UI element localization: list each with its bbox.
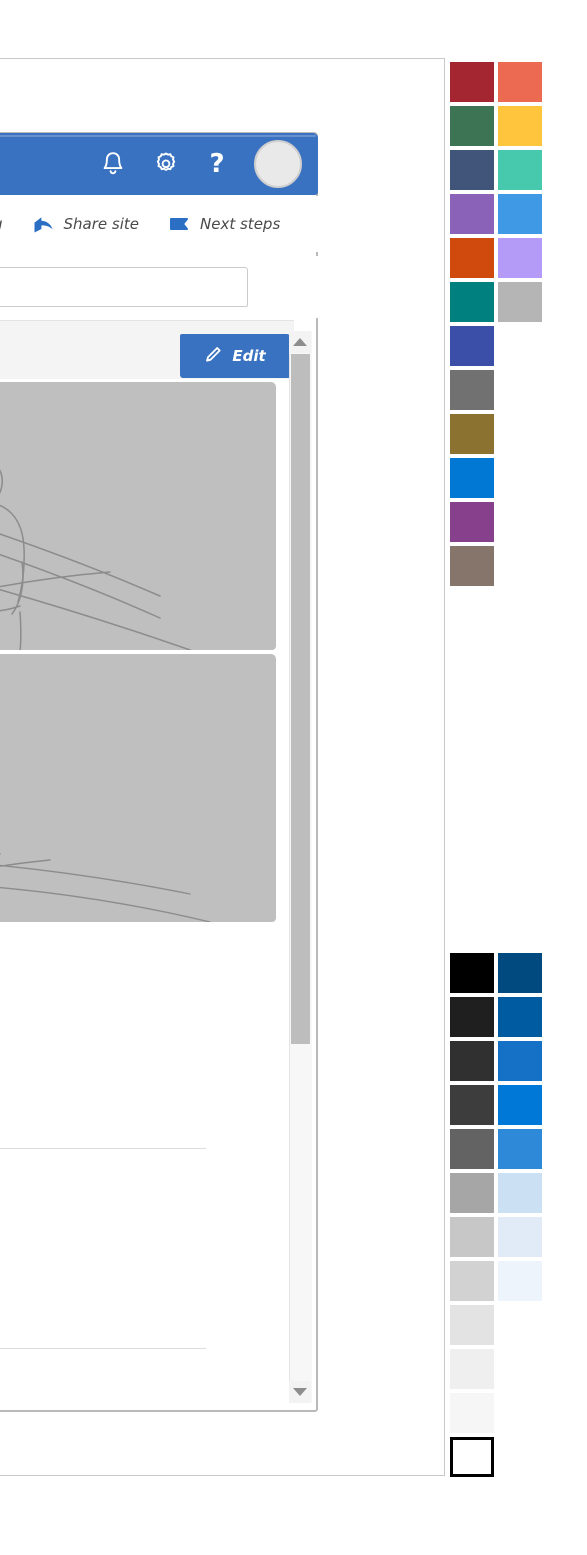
color-swatch[interactable]: [498, 953, 542, 993]
flag-icon: [169, 216, 191, 232]
following-button[interactable]: g: [0, 215, 3, 233]
article-list-item[interactable]: few lines of the article.: [0, 1200, 206, 1349]
command-bar-label: g: [0, 215, 3, 233]
color-swatch[interactable]: [450, 997, 494, 1037]
hero-tile[interactable]: ize this tile with yourle, image and lin…: [0, 654, 276, 922]
color-swatch[interactable]: [498, 150, 542, 190]
color-swatch[interactable]: [498, 194, 542, 234]
color-swatch[interactable]: [498, 62, 542, 102]
hero-tile-caption: ize this tile with yourle, image and lin…: [0, 835, 256, 894]
color-swatch[interactable]: [450, 1437, 494, 1477]
color-swatch[interactable]: [498, 238, 542, 278]
user-avatar[interactable]: [254, 140, 302, 188]
color-swatch[interactable]: [498, 282, 542, 322]
palette-column-blue: [498, 953, 542, 1477]
color-swatch[interactable]: [450, 106, 494, 146]
edit-button[interactable]: Edit: [180, 334, 290, 378]
scroll-up-arrow-icon[interactable]: [289, 331, 311, 353]
settings-gear-icon[interactable]: [152, 150, 180, 178]
color-swatch[interactable]: [450, 282, 494, 322]
search-input[interactable]: arch this site: [0, 267, 248, 307]
palette-column-accent-light: [498, 62, 542, 586]
scroll-down-arrow-icon[interactable]: [289, 1381, 311, 1403]
color-swatch[interactable]: [498, 106, 542, 146]
article-list-item[interactable]: few lines of the article.: [0, 1000, 206, 1149]
screen-root: ? g Share site Next steps: [0, 0, 587, 1555]
command-bar-label: Next steps: [200, 215, 281, 233]
color-swatch[interactable]: [498, 1261, 542, 1301]
hero-tile[interactable]: ize this tile with yourle, image and lin…: [0, 382, 276, 650]
color-swatch[interactable]: [450, 194, 494, 234]
command-bar-label: Share site: [63, 215, 140, 233]
color-swatch[interactable]: [450, 1217, 494, 1257]
color-swatch[interactable]: [450, 414, 494, 454]
suite-bar-icons: ?: [100, 133, 312, 195]
color-swatch[interactable]: [498, 1041, 542, 1081]
share-icon: [33, 214, 55, 234]
color-swatch[interactable]: [450, 150, 494, 190]
color-swatch[interactable]: [450, 62, 494, 102]
suite-bar: ?: [0, 133, 318, 195]
color-swatch[interactable]: [498, 1085, 542, 1125]
color-swatch[interactable]: [450, 502, 494, 542]
color-swatch[interactable]: [450, 1261, 494, 1301]
color-swatch[interactable]: [498, 1129, 542, 1169]
notifications-bell-icon[interactable]: [100, 150, 126, 178]
color-swatch[interactable]: [450, 1085, 494, 1125]
vertical-scrollbar-thumb[interactable]: [291, 354, 310, 1044]
color-swatch[interactable]: [450, 546, 494, 586]
share-site-button[interactable]: Share site: [33, 214, 139, 234]
color-swatch[interactable]: [450, 370, 494, 410]
pencil-icon: [204, 344, 224, 368]
edit-button-label: Edit: [232, 347, 266, 365]
color-swatch[interactable]: [498, 1173, 542, 1213]
color-swatch[interactable]: [450, 326, 494, 366]
help-question-icon[interactable]: ?: [206, 149, 228, 179]
color-swatch[interactable]: [450, 1173, 494, 1213]
command-bar: g Share site Next steps: [0, 196, 318, 252]
color-swatch[interactable]: [450, 1129, 494, 1169]
palette-column-accent-dark: [450, 62, 494, 586]
svg-text:?: ?: [209, 149, 224, 179]
next-steps-button[interactable]: Next steps: [169, 215, 280, 233]
color-swatch[interactable]: [450, 1041, 494, 1081]
color-palette-top: [450, 62, 542, 586]
color-swatch[interactable]: [450, 1349, 494, 1389]
color-swatch[interactable]: [450, 458, 494, 498]
color-swatch[interactable]: [450, 1393, 494, 1433]
palette-column-neutral: [450, 953, 494, 1477]
color-palette-bottom: [450, 953, 542, 1477]
hero-tile-caption: ize this tile with yourle, image and lin…: [0, 563, 256, 622]
color-swatch[interactable]: [450, 238, 494, 278]
color-swatch[interactable]: [498, 1217, 542, 1257]
color-swatch[interactable]: [450, 1305, 494, 1345]
color-swatch[interactable]: [450, 953, 494, 993]
color-swatch[interactable]: [498, 997, 542, 1037]
